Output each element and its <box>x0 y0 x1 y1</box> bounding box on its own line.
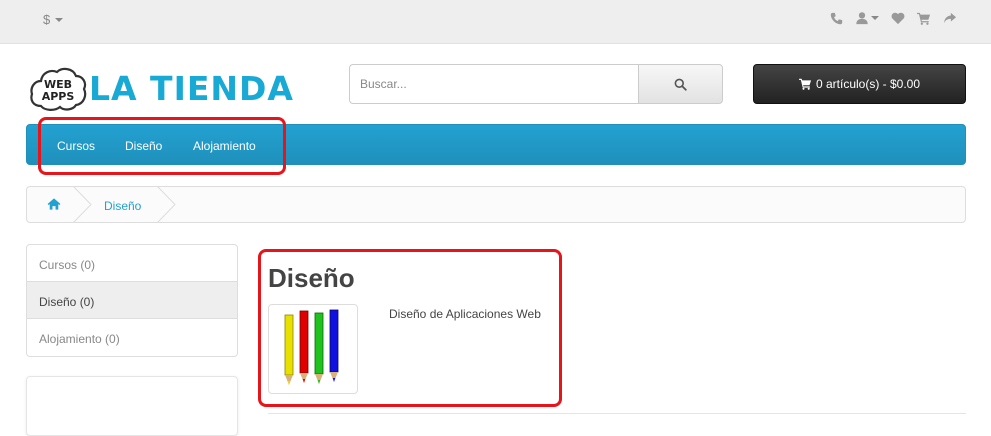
sidebar-item-cursos[interactable]: Cursos (0) <box>27 245 237 282</box>
search-icon <box>674 78 687 91</box>
user-icon <box>856 12 868 25</box>
category-list: Cursos (0) Diseño (0) Alojamiento (0) <box>26 244 238 357</box>
content-divider <box>268 413 966 414</box>
cloud-logo-icon: WEB APPS <box>30 67 87 111</box>
home-icon[interactable] <box>47 198 61 213</box>
cart-icon[interactable] <box>917 12 931 25</box>
store-logo[interactable]: WEB APPS LA TIENDA <box>29 66 299 112</box>
breadcrumb: Diseño <box>26 186 966 223</box>
breadcrumb-separator <box>72 186 92 223</box>
currency-dropdown[interactable]: $ <box>43 12 64 27</box>
page-title: Diseño <box>268 263 355 293</box>
cart-label: 0 artículo(s) - $0.00 <box>815 77 921 91</box>
currency-symbol: $ <box>43 12 51 27</box>
breadcrumb-separator <box>156 186 176 223</box>
cart-icon <box>799 78 812 90</box>
heart-icon[interactable] <box>891 12 905 25</box>
logo-text: LA TIENDA <box>89 69 294 108</box>
sidebar-item-diseno[interactable]: Diseño (0) <box>27 282 237 319</box>
top-links <box>830 11 957 25</box>
search-input[interactable] <box>349 64 638 104</box>
search-bar <box>349 64 723 104</box>
share-icon[interactable] <box>943 12 957 25</box>
sidebar-module <box>26 376 238 436</box>
menu-item-alojamiento[interactable]: Alojamiento <box>193 139 256 153</box>
cart-button[interactable]: 0 artículo(s) - $0.00 <box>753 64 966 104</box>
subcategory-link[interactable]: Diseño de Aplicaciones Web <box>389 307 541 321</box>
main-menu: Cursos Diseño Alojamiento <box>26 124 966 165</box>
category-thumbnail[interactable] <box>268 304 358 394</box>
search-button[interactable] <box>638 64 723 104</box>
sidebar-item-alojamiento[interactable]: Alojamiento (0) <box>27 319 237 356</box>
phone-icon[interactable] <box>830 12 843 25</box>
logo-badge-line2: APPS <box>42 90 75 103</box>
account-dropdown[interactable] <box>855 11 879 25</box>
menu-item-cursos[interactable]: Cursos <box>57 139 95 153</box>
colored-pencils-image <box>284 309 339 385</box>
top-bar: $ <box>0 0 991 44</box>
chevron-down-icon <box>55 17 64 22</box>
breadcrumb-current[interactable]: Diseño <box>104 199 141 213</box>
menu-item-diseno[interactable]: Diseño <box>125 139 162 153</box>
chevron-down-icon <box>871 16 879 20</box>
